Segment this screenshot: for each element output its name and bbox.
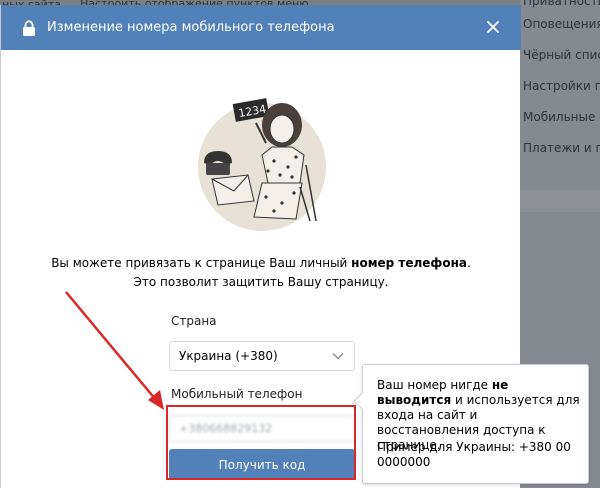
phone-privacy-tooltip: Ваш номер нигде не выводится и используе…	[353, 364, 589, 484]
tooltip-text-part1: Ваш номер нигде	[377, 378, 492, 392]
close-icon[interactable]	[484, 18, 502, 36]
tooltip-example: Пример для Украины: +380 00 0000000	[377, 440, 571, 469]
country-label: Страна	[171, 314, 217, 328]
background-menu-item-notifications: Оповещения	[523, 17, 600, 31]
country-select-value: Украина (+380)	[179, 349, 278, 363]
get-code-button[interactable]: Получить код	[169, 449, 355, 480]
background-menu-item-blacklist: Чёрный список	[523, 48, 600, 62]
background-menu-item-app-settings: Настройки при	[523, 79, 600, 93]
description-bold-text: номер телефона	[351, 256, 467, 270]
background-menu-item-payments: Платежи и пере	[523, 141, 600, 155]
modal-header: Изменение номера мобильного телефона	[1, 5, 521, 50]
description-line-2: Это позволит защитить Вашу страницу.	[133, 275, 389, 289]
modal-title: Изменение номера мобильного телефона	[47, 20, 335, 35]
phone-label: Мобильный телефон	[171, 387, 303, 401]
country-select[interactable]: Украина (+380)	[169, 341, 355, 371]
description-text: Вы можете привязать к странице Ваш личны…	[51, 256, 352, 270]
background-menu-item-privacy: Приватность	[523, 0, 600, 8]
chevron-down-icon	[332, 352, 344, 360]
phone-illustration: 1234	[198, 98, 326, 231]
phone-input[interactable]	[169, 415, 355, 442]
lock-icon	[23, 20, 35, 36]
background-menu-item-mobile-services: Мобильные сер	[523, 110, 600, 124]
background-menu-list: Приватность Оповещения Чёрный список Нас…	[520, 0, 600, 172]
description-period: .	[466, 256, 471, 270]
description-line-1: Вы можете привязать к странице Ваш личны…	[1, 256, 521, 271]
background-menu-band	[520, 190, 600, 212]
